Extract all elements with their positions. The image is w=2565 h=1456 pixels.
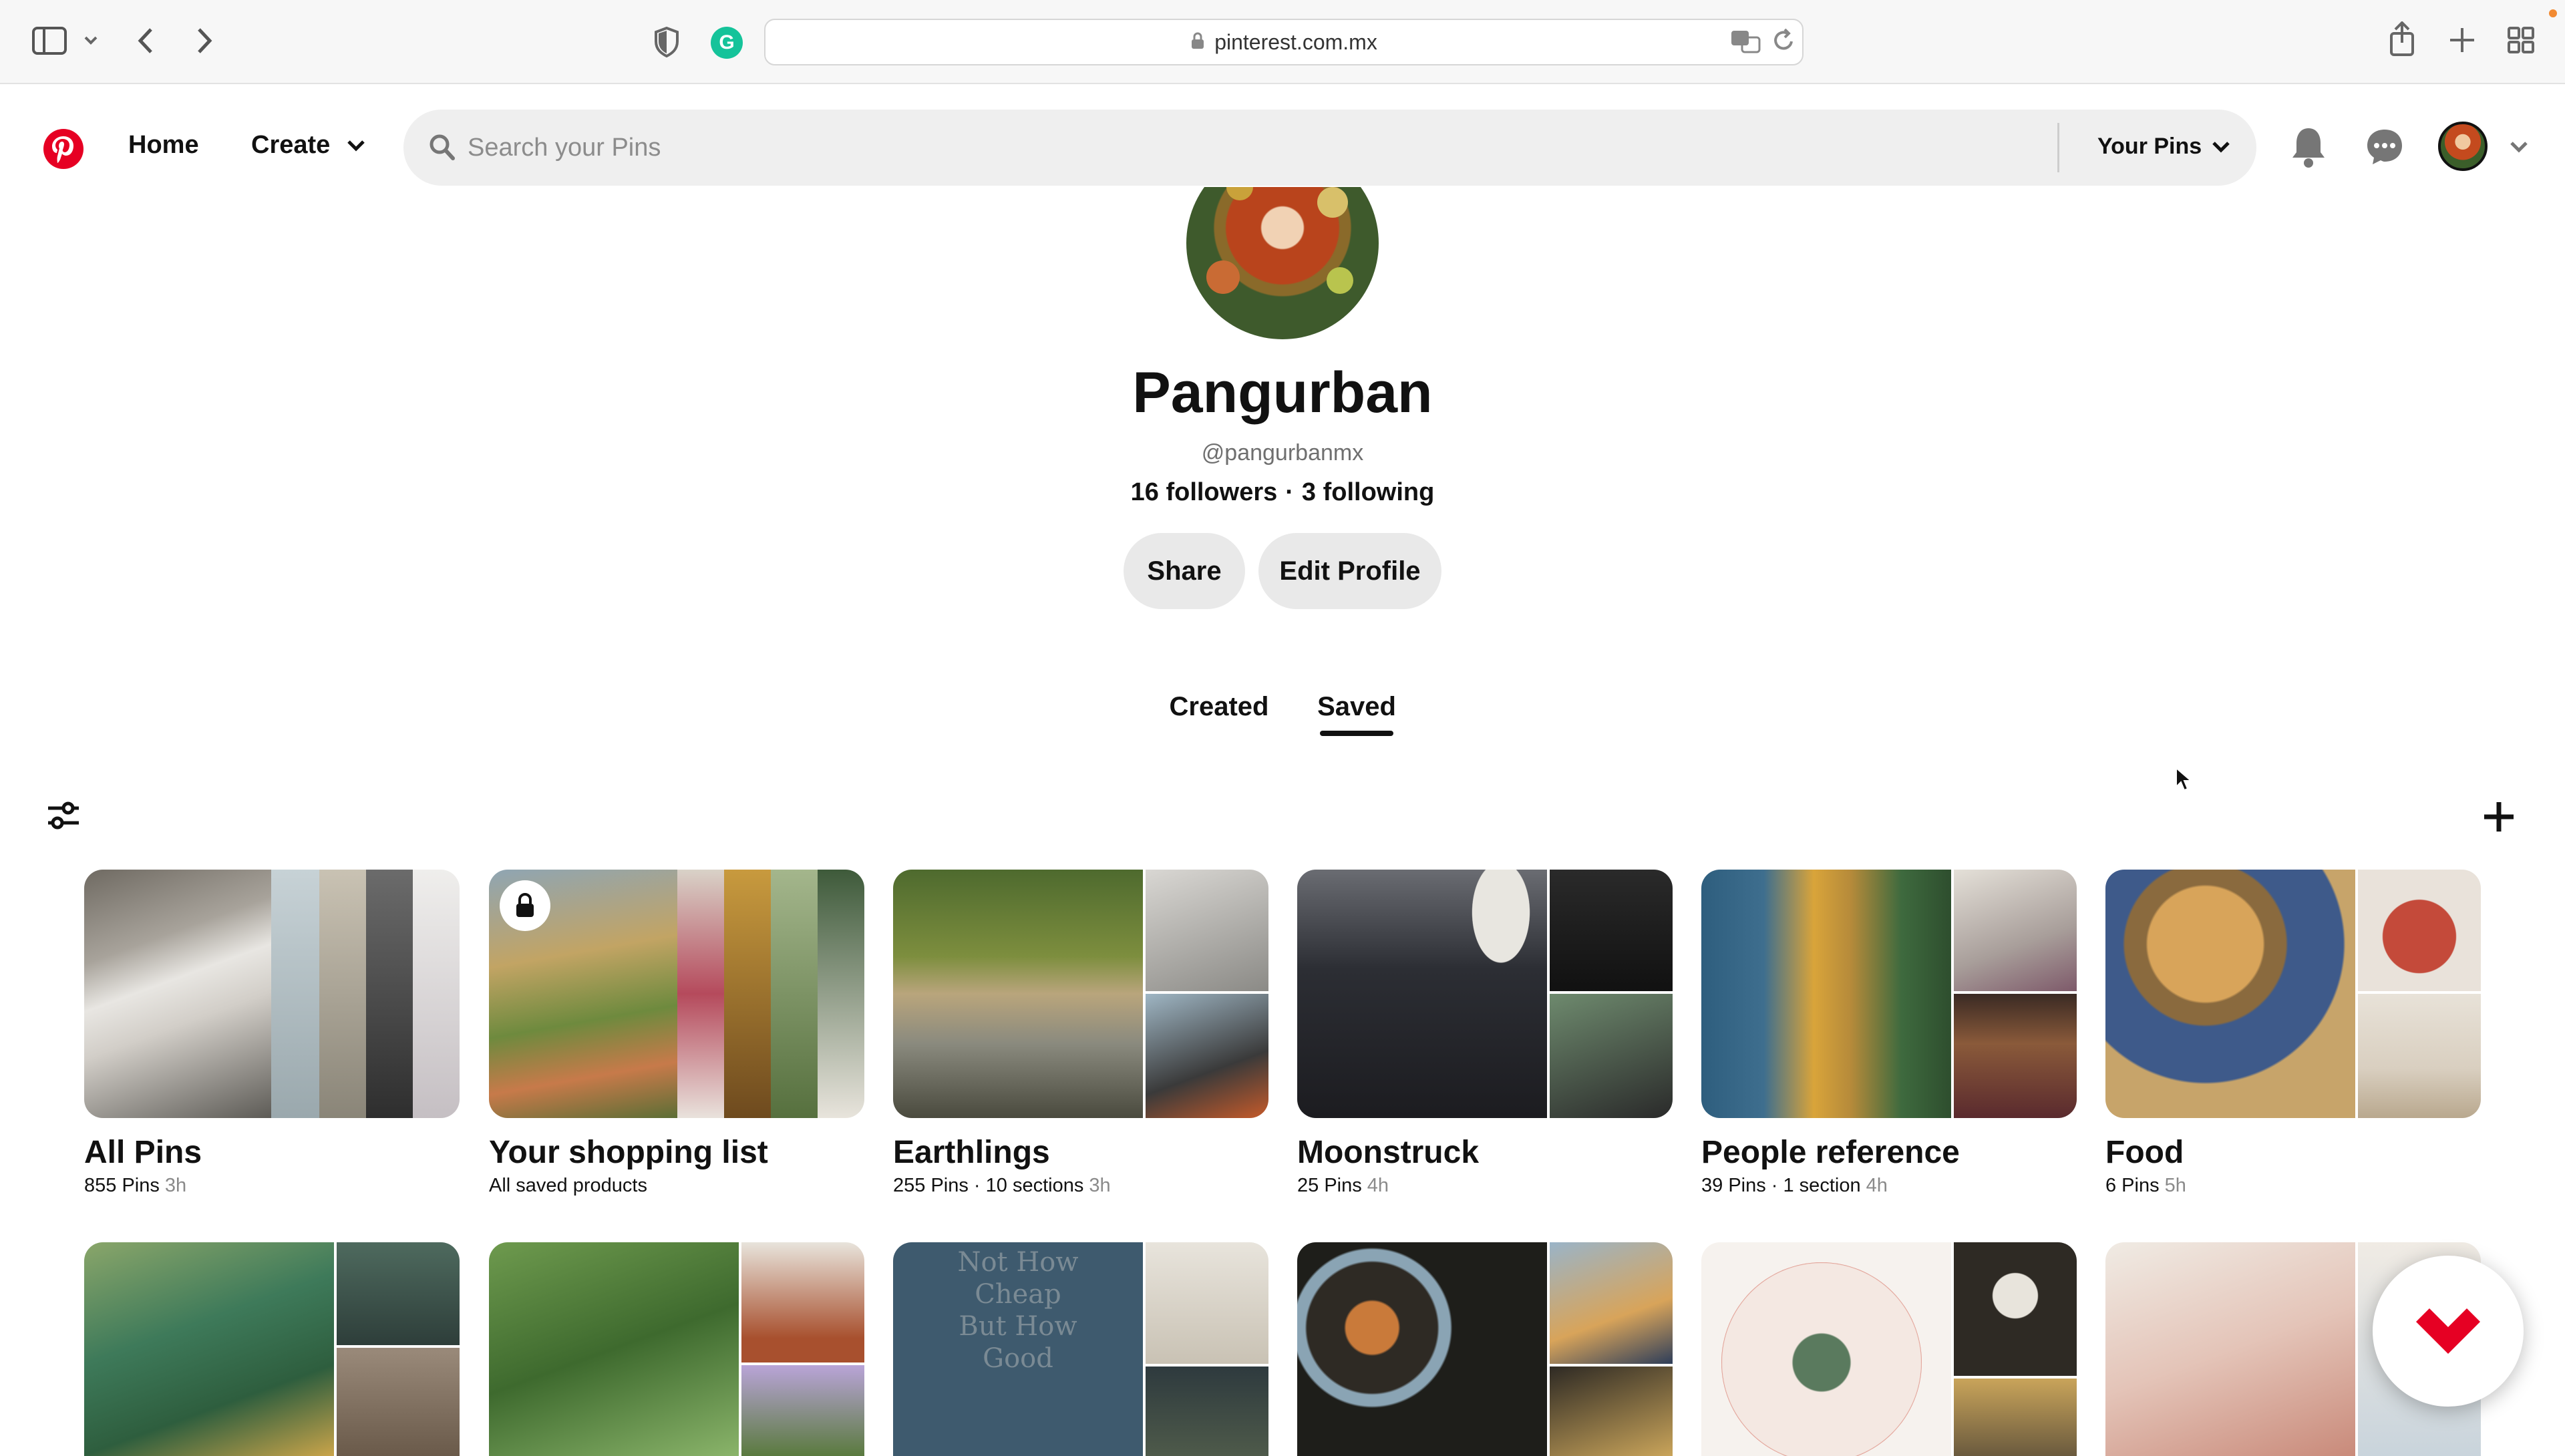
board-cover[interactable] (1297, 1242, 1673, 1456)
account-chevron-icon[interactable] (2509, 139, 2529, 155)
board-title: Food (2105, 1135, 2184, 1170)
translate-icon[interactable] (1730, 28, 1761, 55)
nav-home[interactable]: Home (128, 131, 199, 160)
lock-icon (1190, 31, 1205, 53)
new-tab-icon[interactable] (2449, 27, 2475, 53)
board-card[interactable] (1297, 1242, 1673, 1456)
search-scope-select[interactable]: Your Pins (2097, 134, 2202, 160)
share-button[interactable]: Share (1124, 533, 1245, 609)
board-cover[interactable] (1701, 870, 2077, 1118)
board-title: Moonstruck (1297, 1135, 1480, 1170)
board-card[interactable]: All Pins 855 Pins 3h (84, 870, 460, 1197)
board-cover[interactable] (84, 870, 460, 1118)
notification-dot (2549, 9, 2557, 17)
tab-created[interactable]: Created (1162, 687, 1276, 727)
search-input[interactable]: Search your Pins (468, 110, 661, 186)
scope-chevron-icon[interactable] (2211, 139, 2231, 155)
share-icon[interactable] (2389, 21, 2415, 56)
tab-active-indicator (1320, 731, 1393, 736)
search-icon (429, 134, 456, 162)
search-bar[interactable] (403, 110, 2256, 186)
address-bar[interactable]: pinterest.com.mx (764, 19, 1804, 65)
board-card[interactable] (489, 1242, 864, 1456)
add-board-icon[interactable] (2482, 800, 2516, 834)
heart-logo-icon (2416, 1308, 2480, 1354)
board-cover[interactable] (893, 870, 1268, 1118)
profile-handle: @pangurbanmx (1201, 439, 1364, 466)
board-cover[interactable] (1701, 1242, 2077, 1456)
lock-icon (500, 880, 550, 931)
separator: · (1285, 478, 1294, 506)
board-card[interactable]: Earthlings 255 Pins · 10 sections 3h (893, 870, 1268, 1197)
reload-icon[interactable] (1771, 28, 1796, 53)
cursor-icon (2175, 766, 2193, 792)
board-title: All Pins (84, 1135, 202, 1170)
cover-text-line: Good (983, 1343, 1053, 1374)
following-count[interactable]: 3 following (1302, 478, 1434, 507)
tab-overview-icon[interactable] (2508, 27, 2534, 53)
board-title: Earthlings (893, 1135, 1050, 1170)
board-meta: 25 Pins 4h (1297, 1175, 1389, 1196)
board-card[interactable]: Your shopping list All saved products (489, 870, 864, 1197)
messages-icon[interactable] (2365, 127, 2405, 167)
bell-icon[interactable] (2290, 126, 2327, 168)
board-card[interactable]: Moonstruck 25 Pins 4h (1297, 870, 1673, 1197)
search-divider (2057, 123, 2059, 172)
grammarly-icon[interactable]: G (711, 27, 743, 59)
board-cover[interactable] (489, 870, 864, 1118)
board-meta: 6 Pins 5h (2105, 1175, 2186, 1196)
tab-saved[interactable]: Saved (1313, 687, 1400, 727)
sidebar-toggle-icon[interactable] (32, 27, 67, 55)
edit-profile-button[interactable]: Edit Profile (1258, 533, 1441, 609)
profile-avatar (1186, 187, 1379, 343)
board-title: People reference (1701, 1135, 1960, 1170)
board-meta: 255 Pins · 10 sections 3h (893, 1175, 1111, 1196)
board-card[interactable] (1701, 1242, 2077, 1456)
board-card[interactable]: Not How Cheap But How Good (893, 1242, 1268, 1456)
pinterest-logo-icon[interactable] (43, 128, 84, 170)
board-meta: 855 Pins 3h (84, 1175, 187, 1196)
board-title: Your shopping list (489, 1135, 768, 1170)
forward-icon[interactable] (194, 27, 214, 55)
filter-icon[interactable] (45, 800, 81, 831)
cover-text-line: Cheap (975, 1279, 1061, 1310)
cover-text-line: But How (959, 1311, 1077, 1342)
create-chevron-icon[interactable] (346, 138, 366, 154)
help-button[interactable] (2373, 1256, 2524, 1407)
board-meta: 39 Pins · 1 section 4h (1701, 1175, 1888, 1196)
url-text: pinterest.com.mx (1214, 29, 1377, 54)
board-cover[interactable] (2105, 870, 2481, 1118)
back-icon[interactable] (136, 27, 156, 55)
board-cover[interactable] (1297, 870, 1673, 1118)
board-card[interactable]: People reference 39 Pins · 1 section 4h (1701, 870, 2077, 1197)
follow-stats: 16 followers · 3 following (935, 474, 1630, 510)
avatar[interactable] (2438, 122, 2488, 171)
board-cover[interactable]: Not How Cheap But How Good (893, 1242, 1268, 1456)
followers-count[interactable]: 16 followers (1131, 478, 1278, 507)
board-cover[interactable] (489, 1242, 864, 1456)
cover-text-line: Not How (957, 1247, 1079, 1278)
profile-name: Pangurban (1132, 360, 1433, 425)
chevron-down-icon[interactable] (83, 33, 99, 47)
board-card[interactable] (84, 1242, 460, 1456)
board-meta: All saved products (489, 1175, 647, 1196)
board-cover[interactable] (84, 1242, 460, 1456)
board-card[interactable]: Food 6 Pins 5h (2105, 870, 2481, 1197)
shield-icon[interactable] (653, 26, 680, 58)
nav-create[interactable]: Create (251, 131, 330, 160)
